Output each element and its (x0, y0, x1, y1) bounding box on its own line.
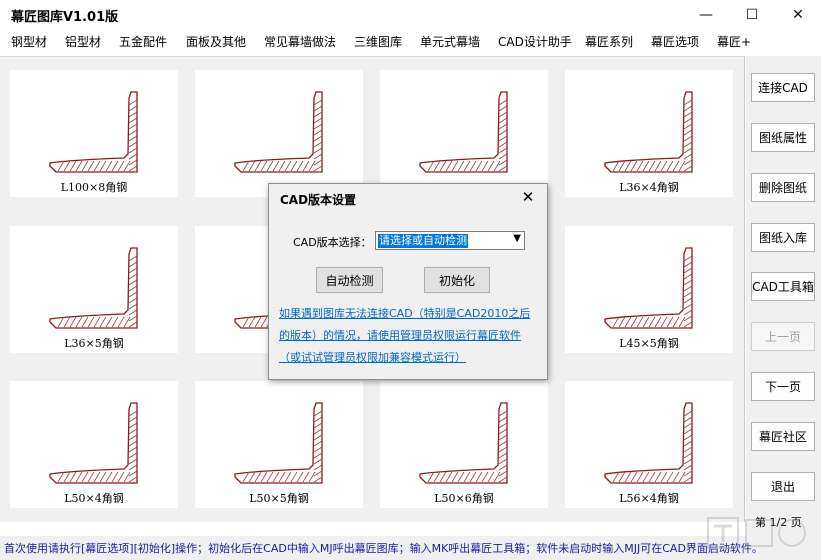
angle-steel-profile (604, 247, 693, 329)
angle-steel-profile (49, 247, 138, 329)
initialize-button[interactable]: 初始化 (424, 267, 490, 293)
close-icon[interactable]: ✕ (775, 0, 821, 30)
angle-steel-profile (604, 91, 693, 173)
library-item[interactable]: L56×4角钢 (565, 381, 733, 508)
library-item[interactable] (380, 70, 548, 197)
next-page-button[interactable]: 下一页 (751, 372, 815, 401)
angle-steel-profile (419, 91, 508, 173)
angle-steel-profile (49, 402, 138, 484)
menu-options[interactable]: 幕匠选项 (651, 33, 699, 50)
close-icon[interactable]: ✕ (514, 186, 542, 208)
library-item[interactable]: L50×6角钢 (380, 381, 548, 508)
menu-aluminum[interactable]: 铝型材 (65, 33, 101, 50)
library-item-caption: L36×4角钢 (619, 181, 679, 194)
library-item-caption: L100×8角钢 (60, 181, 128, 194)
library-item-caption: L56×4角钢 (619, 492, 679, 505)
cad-version-select[interactable]: 请选择或自动检测 ▼ (375, 231, 525, 250)
library-item-caption: L50×6角钢 (434, 492, 494, 505)
library-item[interactable]: L45×5角钢 (565, 226, 733, 353)
auto-detect-button[interactable]: 自动检测 (316, 267, 383, 293)
angle-steel-profile (419, 402, 508, 484)
angle-steel-profile (234, 402, 323, 484)
library-item-caption: L45×5角钢 (619, 337, 679, 350)
library-item[interactable]: L30 (195, 70, 363, 197)
angle-steel-profile (234, 91, 323, 173)
cad-toolbox-button[interactable]: CAD工具箱 (751, 272, 815, 301)
library-item[interactable]: L100×8角钢 (10, 70, 178, 197)
menu-3d-library[interactable]: 三维图库 (354, 33, 402, 50)
exit-button[interactable]: 退出 (751, 472, 815, 501)
menu-series[interactable]: 幕匠系列 (585, 33, 633, 50)
connect-cad-button[interactable]: 连接CAD (751, 73, 815, 102)
menu-panels[interactable]: 面板及其他 (186, 33, 246, 50)
menu-curtain-wall-methods[interactable]: 常见幕墙做法 (264, 33, 336, 50)
library-item[interactable]: L36×4角钢 (565, 70, 733, 197)
store-drawing-button[interactable]: 图纸入库 (751, 223, 815, 252)
menu-cad-assistant[interactable]: CAD设计助手 (498, 33, 572, 50)
status-bar: 首次使用请执行[幕匠选项][初始化]操作；初始化后在CAD中输入MJ呼出幕匠图库… (0, 536, 821, 560)
prev-page-button[interactable]: 上一页 (751, 322, 815, 351)
title-bar: 幕匠图库V1.01版 — ☐ ✕ (0, 0, 821, 30)
community-button[interactable]: 幕匠社区 (751, 422, 815, 451)
angle-steel-profile (49, 91, 138, 173)
dialog-title: CAD版本设置 (280, 193, 357, 207)
library-item[interactable]: L50×5角钢 (195, 381, 363, 508)
cad-version-label: CAD版本选择： (293, 236, 372, 249)
menu-bar: 钢型材 铝型材 五金配件 面板及其他 常见幕墙做法 三维图库 单元式幕墙 CAD… (0, 30, 821, 52)
library-item-caption: L50×5角钢 (249, 492, 309, 505)
library-item-caption: L36×5角钢 (64, 337, 124, 350)
status-text: 首次使用请执行[幕匠选项][初始化]操作；初始化后在CAD中输入MJ呼出幕匠图库… (4, 542, 763, 555)
maximize-icon[interactable]: ☐ (729, 0, 775, 30)
menu-hardware[interactable]: 五金配件 (119, 33, 167, 50)
library-item-caption: L50×4角钢 (64, 492, 124, 505)
cad-version-selected: 请选择或自动检测 (378, 234, 468, 248)
drawing-properties-button[interactable]: 图纸属性 (751, 123, 815, 152)
window-title: 幕匠图库V1.01版 (11, 10, 119, 25)
minimize-icon[interactable]: — (683, 0, 729, 30)
menu-steel[interactable]: 钢型材 (11, 33, 47, 50)
menu-plus[interactable]: 幕匠+ (717, 33, 751, 50)
library-item[interactable]: L36×5角钢 (10, 226, 178, 353)
watermark-logo (707, 517, 806, 549)
admin-help-link[interactable]: 如果遇到图库无法连接CAD（特别是CAD2010之后的版本）的情况，请使用管理员… (279, 303, 541, 369)
menu-unitized-wall[interactable]: 单元式幕墙 (420, 33, 480, 50)
dropdown-arrow-icon: ▼ (513, 233, 521, 244)
library-item[interactable]: L50×4角钢 (10, 381, 178, 508)
sidebar: 连接CAD 图纸属性 删除图纸 图纸入库 CAD工具箱 上一页 下一页 幕匠社区… (746, 56, 821, 536)
cad-version-dialog: CAD版本设置 ✕ CAD版本选择： 请选择或自动检测 ▼ 自动检测 初始化 如… (268, 183, 548, 380)
delete-drawing-button[interactable]: 删除图纸 (751, 173, 815, 202)
angle-steel-profile (604, 402, 693, 484)
